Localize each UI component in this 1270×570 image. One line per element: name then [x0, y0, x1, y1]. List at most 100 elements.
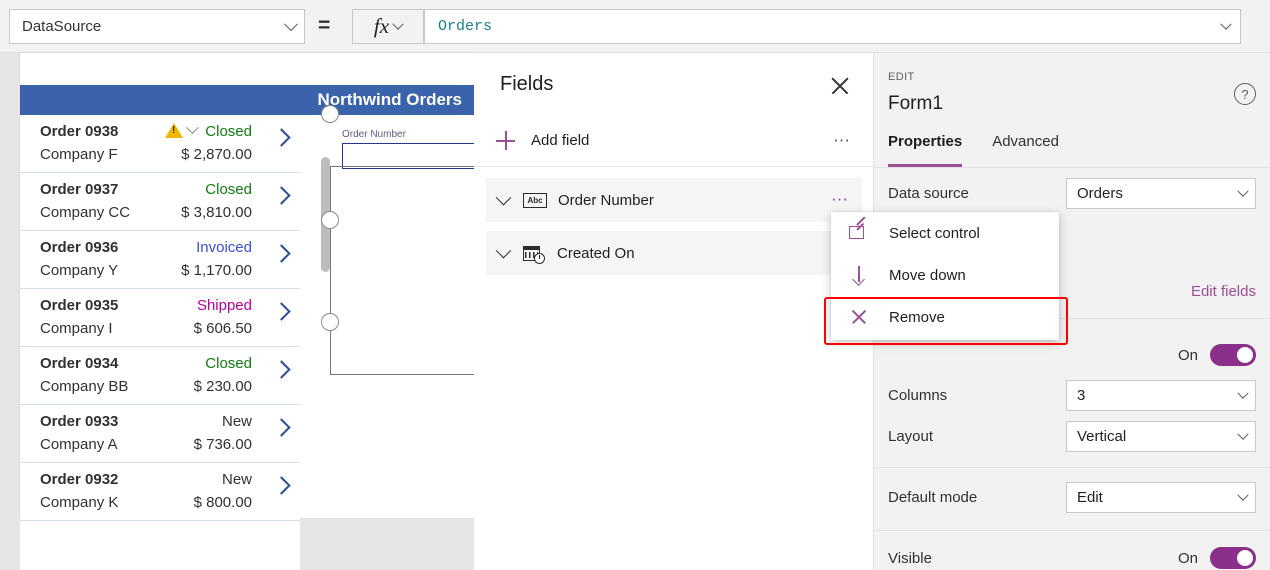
divider [874, 530, 1270, 531]
app-canvas[interactable]: Northwind Orders Order 0938 Company F Clos… [0, 53, 492, 570]
layout-label: Layout [888, 428, 934, 445]
resize-handle-top[interactable] [321, 105, 339, 123]
chevron-right-icon[interactable] [272, 128, 291, 147]
gallery-item-amount: $ 2,870.00 [181, 146, 252, 163]
snap-toggle-label: On [1177, 346, 1198, 364]
gallery-item-status: Closed [205, 123, 252, 140]
edit-fields-link[interactable]: Edit fields [1191, 283, 1256, 300]
context-menu-label: Move down [889, 266, 966, 284]
tab-properties[interactable]: Properties [888, 133, 963, 167]
chevron-right-icon[interactable] [272, 418, 291, 437]
layout-select[interactable]: Vertical [1066, 421, 1256, 452]
default-mode-value: Edit [1077, 489, 1103, 506]
chevron-down-icon[interactable] [1220, 18, 1232, 30]
form-field-label: Order Number [342, 129, 406, 140]
resize-handle-bottom[interactable] [321, 313, 339, 331]
snap-toggle[interactable] [1210, 344, 1256, 366]
chevron-down-icon [1237, 387, 1249, 399]
gallery-item-warning[interactable] [165, 121, 199, 138]
gallery-item-title: Order 0934 [40, 355, 119, 372]
default-mode-label: Default mode [888, 489, 978, 506]
chevron-down-icon[interactable] [495, 189, 512, 205]
fx-button[interactable]: fx [352, 9, 424, 44]
tab-advanced[interactable]: Advanced [992, 133, 1059, 167]
gallery-item[interactable]: Order 0935 Company I Shipped $ 606.50 [20, 289, 300, 347]
fields-panel-title: Fields [500, 73, 554, 95]
chevron-right-icon[interactable] [272, 244, 291, 263]
chevron-down-icon [1237, 428, 1249, 440]
add-field-row[interactable]: Add field ⋯ [474, 115, 874, 167]
visible-toggle[interactable] [1210, 547, 1256, 569]
add-field-more-icon[interactable]: ⋯ [833, 132, 852, 149]
gallery-item-amount: $ 606.50 [193, 320, 252, 337]
chevron-right-icon[interactable] [272, 186, 291, 205]
warning-triangle-icon [165, 123, 183, 138]
row-data-source: Data source Orders [874, 178, 1270, 209]
gallery-item-amount: $ 230.00 [193, 378, 252, 395]
chevron-right-icon[interactable] [272, 302, 291, 321]
chevron-down-icon [392, 18, 404, 30]
field-label: Order Number [558, 191, 654, 209]
help-icon[interactable]: ? [1234, 83, 1256, 105]
row-visible: Visible On [874, 546, 1270, 570]
field-more-icon[interactable]: ⋯ [831, 191, 850, 208]
field-row-created-on[interactable]: Created On [486, 231, 862, 275]
gallery-item-company: Company BB [40, 378, 129, 395]
gallery-item[interactable]: Order 0938 Company F Closed $ 2,870.00 [20, 115, 300, 173]
property-select[interactable]: DataSource [9, 9, 305, 44]
panel-tabs: Properties Advanced [888, 133, 1270, 167]
equals-sign: = [318, 14, 331, 37]
gallery-item-status: Invoiced [196, 239, 252, 256]
gallery-item[interactable]: Order 0934 Company BB Closed $ 230.00 [20, 347, 300, 405]
chevron-down-icon[interactable] [186, 121, 199, 135]
gallery-item-title: Order 0933 [40, 413, 119, 430]
formula-input[interactable]: Orders [424, 9, 1241, 44]
fx-icon: fx [373, 14, 390, 38]
gallery-item-company: Company K [40, 494, 119, 511]
chevron-down-icon[interactable] [495, 242, 512, 258]
chevron-down-icon [1237, 489, 1249, 501]
add-field-label: Add field [531, 132, 590, 149]
formula-value: Orders [438, 18, 493, 35]
default-mode-select[interactable]: Edit [1066, 482, 1256, 513]
app-header-title: Northwind Orders [20, 85, 474, 115]
arrow-down-icon [849, 265, 871, 286]
abc-icon: Abc [523, 192, 547, 208]
plus-icon [496, 131, 515, 150]
property-select-value: DataSource [22, 18, 102, 35]
gallery-item-company: Company Y [40, 262, 119, 279]
context-menu-item-select-control[interactable]: Select control [831, 212, 1059, 254]
gallery-item-title: Order 0938 [40, 123, 119, 140]
gallery-item[interactable]: Order 0936 Company Y Invoiced $ 1,170.00 [20, 231, 300, 289]
data-source-value: Orders [1077, 185, 1123, 202]
context-menu-item-move-down[interactable]: Move down [831, 254, 1059, 296]
gallery-item-title: Order 0937 [40, 181, 119, 198]
chevron-right-icon[interactable] [272, 476, 291, 495]
gallery-item[interactable]: Order 0933 Company A New $ 736.00 [20, 405, 300, 463]
canvas-marker: . [320, 565, 323, 570]
edit-form-control[interactable]: Order Number [310, 115, 492, 375]
field-row-order-number[interactable]: Abc Order Number ⋯ [486, 178, 862, 222]
gallery-item-status: Shipped [196, 297, 252, 314]
context-menu-item-remove[interactable]: Remove [831, 296, 1059, 338]
gallery-item[interactable]: Order 0937 Company CC Closed $ 3,810.00 [20, 173, 300, 231]
orders-gallery[interactable]: Order 0938Company FClosed$ 2,870.00Order… [20, 115, 300, 570]
gallery-item-amount: $ 1,170.00 [181, 262, 252, 279]
gallery-item[interactable]: Order 0932 Company K New $ 800.00 [20, 463, 300, 521]
resize-handle-middle[interactable] [321, 211, 339, 229]
field-context-menu: Select control Move down Remove [831, 212, 1059, 340]
gallery-item-status: Closed [205, 181, 252, 198]
divider [874, 467, 1270, 468]
panel-kicker: EDIT [888, 71, 915, 83]
gallery-item-amount: $ 736.00 [193, 436, 252, 453]
row-layout: Layout Vertical [874, 421, 1270, 452]
tabs-divider [874, 167, 1270, 168]
chevron-right-icon[interactable] [272, 360, 291, 379]
layout-value: Vertical [1077, 428, 1127, 445]
columns-select[interactable]: 3 [1066, 380, 1256, 411]
close-icon[interactable] [829, 75, 851, 97]
data-source-select[interactable]: Orders [1066, 178, 1256, 209]
selection-edge-top [330, 166, 474, 167]
gallery-item-status: New [221, 471, 252, 488]
data-source-label: Data source [888, 185, 969, 202]
